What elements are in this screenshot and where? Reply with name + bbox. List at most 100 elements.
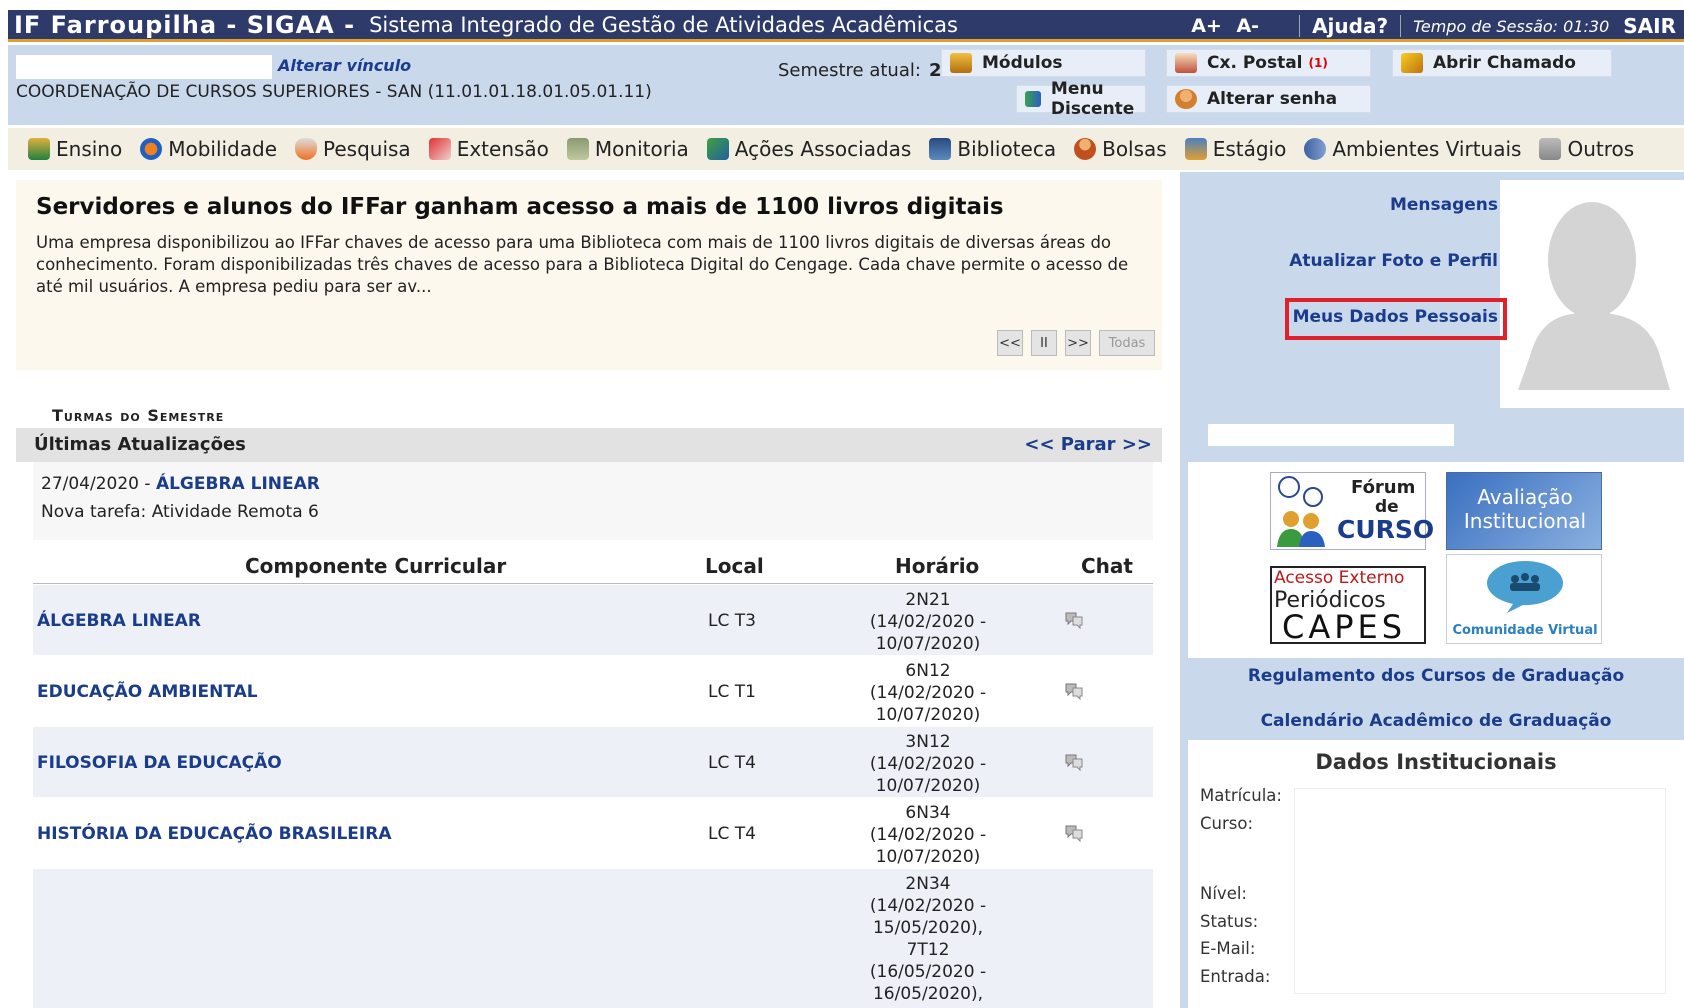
menu-pesquisa[interactable]: Pesquisa — [295, 137, 411, 161]
chat-icon[interactable] — [1063, 609, 1085, 631]
menu-ensino[interactable]: Ensino — [28, 137, 122, 161]
menu-label: Extensão — [456, 137, 549, 161]
logout-button[interactable]: SAIR — [1623, 14, 1676, 38]
news-title[interactable]: Servidores e alunos do IFFar ganham aces… — [36, 194, 1004, 220]
capes-periodicos-button[interactable]: Acesso Externo Periódicos CAPES — [1270, 566, 1426, 646]
column-header: Componente Curricular — [245, 554, 507, 578]
chat-icon[interactable] — [1063, 751, 1085, 773]
course-schedule: 2N34 (14/02/2020 - 15/05/2020), 7T12 (16… — [853, 873, 1003, 1005]
capes-label-3: CAPES — [1282, 608, 1407, 646]
menu-label: Bolsas — [1102, 137, 1167, 161]
schedule-line: (14/02/2020 - — [869, 896, 987, 916]
course-link[interactable]: ÁLGEBRA LINEAR — [37, 611, 201, 631]
abrir-chamado-button[interactable]: Abrir Chamado — [1392, 49, 1612, 77]
menu-estagio[interactable]: Estágio — [1184, 137, 1286, 161]
menu-acoes-associadas[interactable]: Ações Associadas — [706, 137, 911, 161]
course-local: LC T4 — [708, 753, 756, 773]
course-schedule: 6N34 (14/02/2020 - 10/07/2020) — [853, 802, 1003, 868]
puzzle-icon — [706, 138, 729, 160]
course-link[interactable]: EDUCAÇÃO AMBIENTAL — [37, 682, 258, 702]
session-timer: Tempo de Sessão: 01:30 — [1413, 16, 1610, 36]
course-link[interactable]: HISTÓRIA DA EDUCAÇÃO BRASILEIRA — [37, 824, 391, 844]
course-link[interactable]: FILOSOFIA DA EDUCAÇÃO — [37, 753, 282, 773]
font-increase-button[interactable]: A+ — [1191, 15, 1222, 37]
user-key-icon — [1175, 89, 1197, 109]
alterar-senha-button[interactable]: Alterar senha — [1166, 85, 1371, 113]
cx-postal-button[interactable]: Cx. Postal (1) — [1166, 49, 1371, 77]
update-item: 27/04/2020 - ÁLGEBRA LINEAR Nova tarefa:… — [33, 462, 1153, 540]
alterar-vinculo-link[interactable]: Alterar vínculo — [278, 56, 411, 75]
course-local: LC T3 — [708, 611, 756, 631]
abrir-chamado-label: Abrir Chamado — [1433, 53, 1576, 73]
menu-label: Mobilidade — [168, 137, 278, 161]
schedule-line: 16/05/2020), — [872, 984, 984, 1004]
news-next-button[interactable]: >> — [1065, 330, 1091, 356]
modulos-button[interactable]: Módulos — [941, 49, 1146, 77]
comunidade-label: Comunidade Virtual — [1452, 623, 1598, 638]
classes-table-header: Componente Curricular Local Horário Chat — [33, 550, 1153, 584]
schedule-line: (14/02/2020 - — [869, 612, 987, 632]
menu-mobilidade[interactable]: Mobilidade — [140, 137, 277, 161]
chat-icon[interactable] — [1063, 680, 1085, 702]
schedule-line: 7T12 — [906, 940, 950, 960]
menu-ambientes-virtuais[interactable]: Ambientes Virtuais — [1304, 137, 1521, 161]
avaliacao-institucional-button[interactable]: Avaliação Institucional — [1446, 472, 1602, 550]
menu-label: Outros — [1567, 137, 1635, 161]
menu-bolsas[interactable]: Bolsas — [1074, 137, 1167, 161]
profile-photo — [1500, 180, 1684, 408]
mensagens-link[interactable]: Mensagens — [1250, 195, 1498, 215]
schedule-line: 2N21 — [905, 590, 951, 610]
menu-extensao[interactable]: Extensão — [428, 137, 549, 161]
news-prev-button[interactable]: << — [997, 330, 1023, 356]
dados-title: Dados Institucionais — [1315, 750, 1557, 774]
course-schedule: 3N12 (14/02/2020 - 10/07/2020) — [853, 731, 1003, 797]
calendario-link[interactable]: Calendário Acadêmico de Graduação — [1188, 711, 1684, 731]
atualizar-foto-link[interactable]: Atualizar Foto e Perfil — [1250, 251, 1498, 271]
mailbox-icon — [1175, 53, 1197, 73]
regulamento-link[interactable]: Regulamento dos Cursos de Graduação — [1188, 666, 1684, 686]
font-size-controls: A+ A- — [1191, 15, 1267, 37]
updates-header: Últimas Atualizações << Parar >> — [16, 428, 1162, 462]
stop-updates-link[interactable]: << Parar >> — [1024, 434, 1152, 455]
modulos-label: Módulos — [982, 53, 1063, 73]
help-link[interactable]: Ajuda? — [1312, 14, 1388, 38]
schedule-line: 10/07/2020) — [875, 847, 981, 867]
chat-icon[interactable] — [1063, 822, 1085, 844]
main-menu-bar: Ensino Mobilidade Pesquisa Extensão Moni… — [8, 128, 1684, 170]
menu-monitoria[interactable]: Monitoria — [566, 137, 689, 161]
system-name: Sistema Integrado de Gestão de Atividade… — [369, 12, 958, 37]
table-row: HISTÓRIA DA EDUCAÇÃO BRASILEIRA LC T4 6N… — [33, 798, 1153, 868]
person-icon — [1074, 138, 1097, 160]
course-schedule: 6N12 (14/02/2020 - 10/07/2020) — [853, 660, 1003, 726]
menu-outros[interactable]: Outros — [1539, 137, 1634, 161]
email-label: E-Mail: — [1200, 939, 1256, 958]
semester-label: Semestre atual: — [778, 60, 921, 81]
font-decrease-button[interactable]: A- — [1236, 15, 1259, 37]
comunidade-virtual-button[interactable]: Comunidade Virtual — [1446, 554, 1602, 644]
schedule-line: 10/07/2020) — [875, 634, 981, 654]
menu-biblioteca[interactable]: Biblioteca — [929, 137, 1056, 161]
turmas-section-title: Turmas do Semestre — [52, 406, 225, 425]
nivel-label: Nível: — [1200, 884, 1247, 903]
news-pause-button[interactable]: II — [1031, 330, 1057, 356]
menu-discente-button[interactable]: Menu Discente — [1016, 79, 1146, 119]
cx-postal-count: (1) — [1308, 56, 1328, 70]
menu-label: Pesquisa — [323, 137, 411, 161]
schedule-line: 15/05/2020), — [872, 918, 984, 938]
schedule-line: (14/02/2020 - — [869, 683, 987, 703]
meus-dados-pessoais-link[interactable]: Meus Dados Pessoais — [1250, 307, 1498, 327]
column-header: Local — [705, 554, 764, 578]
forum-label-1: Fórum — [1351, 477, 1416, 498]
forum-curso-button[interactable]: Fórum de CURSO — [1270, 472, 1434, 550]
news-all-button[interactable]: Todas — [1099, 330, 1155, 356]
forum-people-icon — [1277, 476, 1325, 547]
unit-label: COORDENAÇÃO DE CURSOS SUPERIORES - SAN (… — [16, 82, 652, 102]
table-row: ÁLGEBRA LINEAR LC T3 2N21 (14/02/2020 - … — [33, 585, 1153, 655]
books-icon — [28, 138, 50, 160]
avaliacao-label-2: Institucional — [1463, 509, 1587, 533]
menu-discente-label: Menu Discente — [1050, 79, 1135, 119]
update-line: 27/04/2020 - ÁLGEBRA LINEAR — [41, 474, 320, 494]
avaliacao-label-1: Avaliação — [1477, 485, 1573, 509]
update-course-link[interactable]: ÁLGEBRA LINEAR — [156, 474, 320, 494]
menu-label: Monitoria — [594, 137, 689, 161]
